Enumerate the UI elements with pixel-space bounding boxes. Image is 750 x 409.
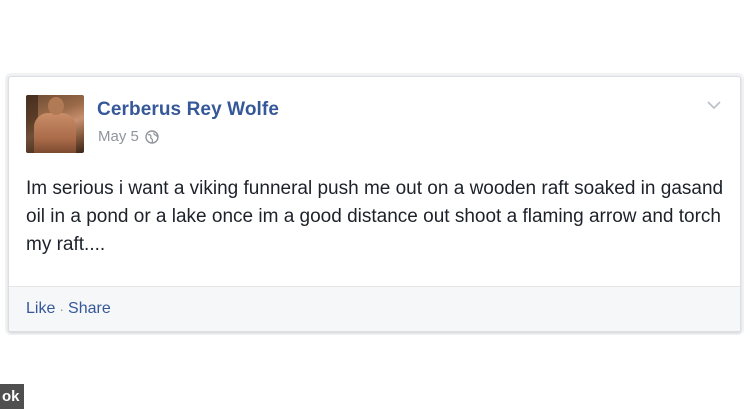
- watermark-text: ok: [0, 384, 24, 409]
- post-meta: May 5: [98, 128, 159, 145]
- like-link[interactable]: Like: [26, 300, 55, 318]
- globe-icon[interactable]: [145, 129, 159, 144]
- action-separator: ·: [59, 301, 65, 317]
- post-footer: Like · Share: [9, 286, 740, 331]
- post-date[interactable]: May 5: [98, 128, 139, 145]
- chevron-down-icon[interactable]: [706, 99, 722, 111]
- avatar[interactable]: [26, 95, 84, 153]
- author-name[interactable]: Cerberus Rey Wolfe: [97, 99, 279, 121]
- post-header: Cerberus Rey Wolfe May 5: [26, 95, 728, 153]
- avatar-torso: [34, 113, 76, 153]
- post-actions: Like · Share: [26, 300, 111, 318]
- avatar-head: [48, 97, 64, 115]
- page: Cerberus Rey Wolfe May 5 Im serious i wa…: [0, 0, 750, 409]
- post-card: Cerberus Rey Wolfe May 5 Im serious i wa…: [8, 76, 741, 332]
- share-link[interactable]: Share: [68, 300, 111, 318]
- post-text: Im serious i want a viking funneral push…: [26, 178, 724, 255]
